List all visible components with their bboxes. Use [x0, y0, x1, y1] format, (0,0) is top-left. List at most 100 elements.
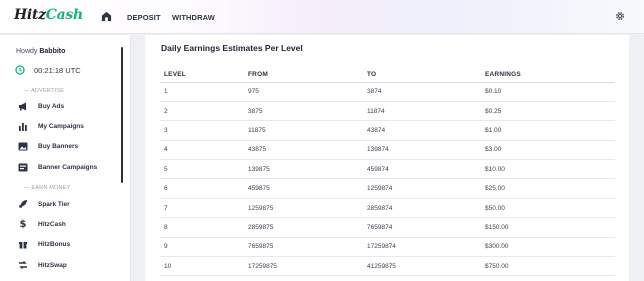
column-header-level: LEVEL — [160, 67, 244, 83]
bar-chart-icon — [19, 122, 27, 131]
nav-withdraw[interactable]: WITHDRAW — [172, 13, 215, 22]
earnings-table: LEVEL FROM TO EARNINGS 1 975 3874 $0.10 2 38… — [160, 67, 615, 277]
server-time: 00:21:18 UTC — [34, 65, 81, 75]
cell-to: 11874 — [363, 101, 481, 122]
cell-earnings: $50.00 — [481, 198, 615, 219]
cell-earnings: $150.00 — [481, 217, 615, 238]
cell-earnings: $300.00 — [481, 237, 615, 258]
rocket-icon — [19, 200, 27, 208]
cell-from: 1259875 — [244, 198, 363, 219]
cell-to: 139874 — [363, 140, 481, 161]
dollar-icon: $ — [19, 218, 27, 230]
cell-level: 6 — [160, 178, 244, 199]
sidebar-item-buy-banners[interactable]: Buy Banners — [17, 140, 78, 152]
cell-earnings: $1.00 — [481, 120, 615, 141]
table-row: 8 2859875 7659874 $150.00 — [160, 217, 615, 238]
cell-from: 7659875 — [244, 237, 363, 258]
cell-earnings: $3.00 — [481, 140, 615, 161]
logo[interactable]: HitzCash — [14, 7, 83, 23]
column-header-to: TO — [363, 67, 481, 83]
cell-level: 10 — [160, 256, 244, 277]
table-row: 7 1259875 2859874 $50.00 — [160, 198, 615, 219]
sidebar-item-label: Banner Campaigns — [38, 163, 98, 171]
column-header-earnings: EARNINGS — [481, 67, 615, 83]
cell-level: 5 — [160, 159, 244, 180]
clock-icon — [15, 65, 25, 75]
cell-from: 139875 — [244, 159, 363, 180]
swap-icon — [19, 261, 27, 269]
cell-from: 975 — [244, 82, 363, 102]
table-row: 5 139875 459874 $10.00 — [160, 159, 615, 180]
cell-earnings: $0.10 — [481, 82, 615, 102]
top-bar: HitzCash DEPOSIT WITHDRAW — [0, 0, 644, 34]
cell-from: 11875 — [244, 120, 363, 141]
table-row: 3 11875 43874 $1.00 — [160, 120, 615, 141]
cell-level: 9 — [160, 237, 244, 258]
sidebar: Howdy Babbito 00:21:18 UTC — ADVERTISE B… — [0, 35, 131, 281]
greeting-prefix: Howdy — [16, 48, 38, 55]
cell-to: 3874 — [363, 82, 481, 102]
sidebar-item-label: HitzBonus — [38, 240, 71, 248]
cell-to: 17259874 — [363, 237, 481, 258]
logo-text-cash: Cash — [45, 7, 83, 23]
username: Babbito — [39, 48, 66, 55]
cell-from: 2859875 — [244, 217, 363, 238]
table-row: 9 7659875 17259874 $300.00 — [160, 237, 615, 258]
page-title: Daily Earnings Estimates Per Level — [161, 43, 303, 53]
cell-level: 7 — [160, 198, 244, 219]
server-clock: 00:21:18 UTC — [15, 65, 81, 75]
cell-earnings: $750.00 — [481, 256, 615, 277]
cell-earnings: $25.00 — [481, 178, 615, 199]
cell-level: 4 — [160, 140, 244, 161]
sidebar-item-label: HitzSwap — [38, 261, 67, 269]
cell-to: 7659874 — [363, 217, 481, 238]
cell-from: 459875 — [244, 178, 363, 199]
logo-text-hitz: Hitz — [14, 7, 46, 23]
sidebar-scrollbar[interactable] — [121, 47, 123, 183]
table-header-row: LEVEL FROM TO EARNINGS — [160, 67, 615, 83]
sidebar-item-label: HitzCash — [38, 220, 66, 228]
sidebar-item-spark-tier[interactable]: Spark Tier — [17, 198, 70, 210]
cell-earnings: $10.00 — [481, 159, 615, 180]
cell-to: 1259874 — [363, 178, 481, 199]
cell-earnings: $0.25 — [481, 101, 615, 122]
image-icon — [18, 142, 28, 150]
cell-level: 2 — [160, 101, 244, 122]
cell-to: 41259875 — [363, 256, 481, 277]
table-row: 2 3875 11874 $0.25 — [160, 101, 615, 122]
cell-from: 3875 — [244, 101, 363, 122]
sidebar-item-hitzswap[interactable]: HitzSwap — [17, 259, 67, 271]
cell-level: 8 — [160, 217, 244, 238]
nav-deposit[interactable]: DEPOSIT — [127, 13, 161, 22]
sidebar-item-label: Buy Banners — [38, 142, 79, 150]
sidebar-item-banner-campaigns[interactable]: Banner Campaigns — [17, 161, 97, 173]
table-row: 6 459875 1259874 $25.00 — [160, 178, 615, 199]
table-row: 10 17259875 41259875 $750.00 — [160, 256, 615, 277]
greeting: Howdy Babbito — [16, 48, 65, 55]
section-advertise: — ADVERTISE — [24, 88, 64, 94]
megaphone-icon — [19, 102, 26, 110]
gear-icon[interactable] — [615, 11, 625, 21]
cell-to: 459874 — [363, 159, 481, 180]
table-row: 4 43875 139874 $3.00 — [160, 140, 615, 161]
cell-from: 43875 — [244, 140, 363, 161]
sidebar-item-hitzbonus[interactable]: HitzBonus — [17, 238, 70, 250]
sidebar-item-buy-ads[interactable]: Buy Ads — [17, 100, 64, 112]
cell-level: 3 — [160, 120, 244, 141]
sidebar-item-my-campaigns[interactable]: My Campaigns — [17, 120, 84, 132]
cell-to: 43874 — [363, 120, 481, 141]
earnings-card: Daily Earnings Estimates Per Level LEVEL… — [145, 35, 629, 281]
banner-icon — [18, 163, 28, 171]
table-row: 1 975 3874 $0.10 — [160, 82, 615, 102]
cell-to: 2859874 — [363, 198, 481, 219]
sidebar-item-label: Buy Ads — [38, 102, 65, 110]
cell-level: 1 — [160, 82, 244, 102]
column-header-from: FROM — [244, 67, 363, 83]
sidebar-item-hitzcash[interactable]: $ HitzCash — [17, 218, 66, 230]
sidebar-item-label: My Campaigns — [38, 122, 84, 130]
home-icon[interactable] — [101, 11, 112, 22]
section-earn-money: — EARN MONEY — [24, 185, 71, 191]
sidebar-item-label: Spark Tier — [38, 200, 70, 208]
gift-icon — [19, 242, 27, 249]
cell-from: 17259875 — [244, 256, 363, 277]
